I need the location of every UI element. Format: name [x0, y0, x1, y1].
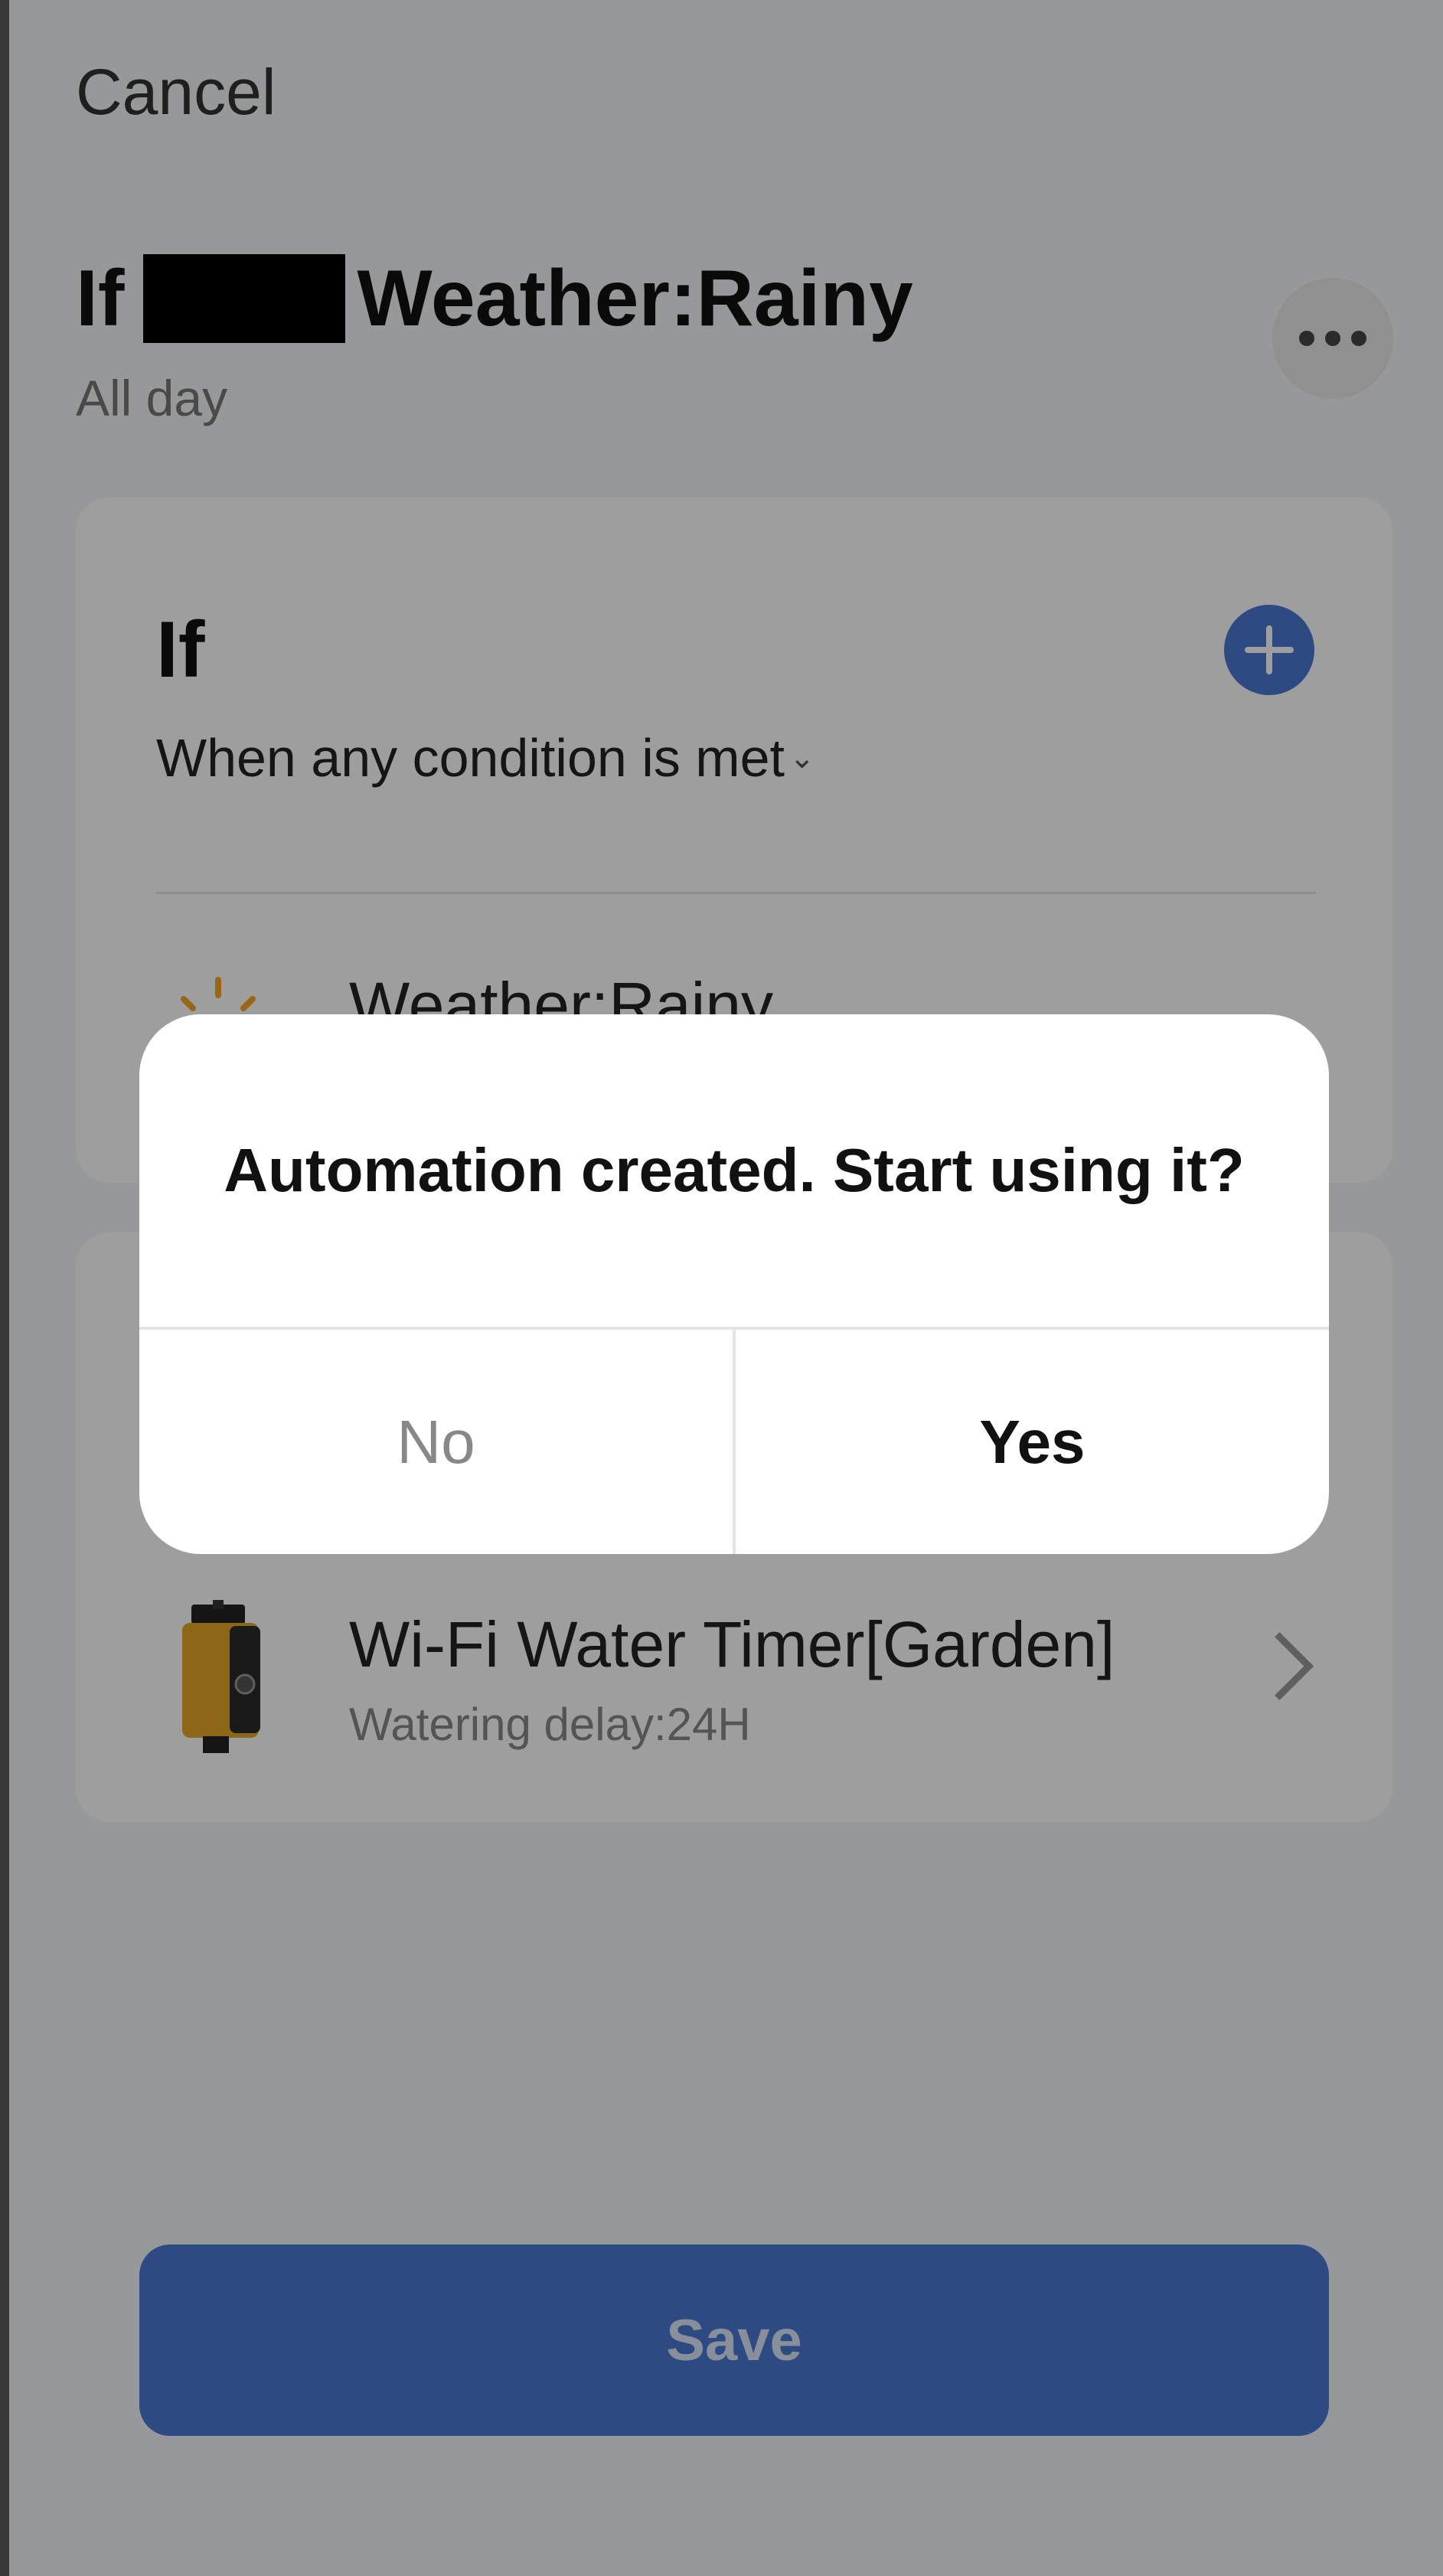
dialog-message: Automation created. Start using it? — [224, 1136, 1245, 1204]
no-button[interactable]: No — [139, 1330, 733, 1554]
yes-button[interactable]: Yes — [736, 1330, 1329, 1554]
confirmation-dialog: Automation created. Start using it? No Y… — [139, 1014, 1329, 1554]
